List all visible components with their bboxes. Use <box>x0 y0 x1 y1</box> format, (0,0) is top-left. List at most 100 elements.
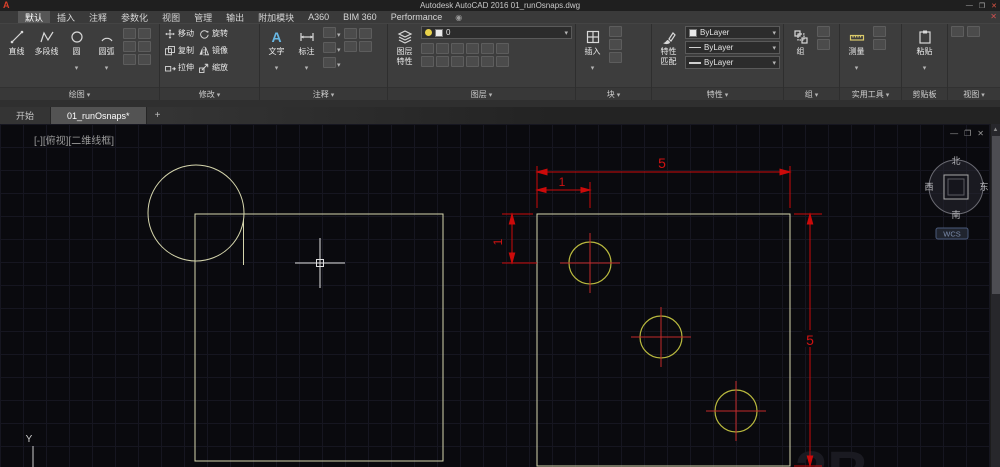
ribbon-tab-parametric[interactable]: 参数化 <box>114 11 155 23</box>
layer-tool-icon[interactable] <box>436 56 449 67</box>
viewport-controls-label[interactable]: [-][俯视][二维线框] <box>34 132 114 147</box>
chevron-down-icon <box>886 90 890 99</box>
draw-tool-icon[interactable] <box>123 54 136 65</box>
stretch-tool-button[interactable]: 拉伸 <box>163 60 194 75</box>
ribbon-tab-a360[interactable]: A360 <box>301 11 336 23</box>
layer-tool-icon[interactable] <box>436 43 449 54</box>
hatch-tool-icon[interactable] <box>123 41 136 52</box>
panel-footer-view[interactable]: 视图 <box>948 87 1000 100</box>
panel-footer-properties[interactable]: 特性 <box>652 87 783 100</box>
layer-tool-icon[interactable] <box>451 56 464 67</box>
ribbon-options-icon[interactable]: ◉ <box>449 11 468 23</box>
block-tool-icon[interactable] <box>609 52 622 63</box>
panel-footer-layers[interactable]: 图层 <box>388 87 575 100</box>
maximize-button[interactable]: ❐ <box>979 2 985 10</box>
file-tab-start[interactable]: 开始 <box>0 107 51 124</box>
utility-tool-icon[interactable] <box>873 39 886 50</box>
viewport-restore-icon[interactable]: ❐ <box>964 129 971 138</box>
rectangle-tool-icon[interactable] <box>123 28 136 39</box>
paste-button[interactable]: 粘贴 <box>911 26 938 75</box>
arc-tool-button[interactable]: 圆弧 <box>93 26 120 75</box>
drawing-canvas[interactable]: 2B <box>0 124 1000 467</box>
annotate-tool-icon[interactable] <box>344 28 357 39</box>
layer-tool-icon[interactable] <box>496 43 509 54</box>
rotate-tool-button[interactable]: 旋转 <box>197 26 228 41</box>
linetype-select[interactable]: ByLayer <box>685 41 780 54</box>
chevron-down-icon <box>981 90 985 99</box>
utility-tool-icon[interactable] <box>873 26 886 37</box>
lineweight-select[interactable]: ByLayer <box>685 56 780 69</box>
panel-footer-modify[interactable]: 修改 <box>160 87 259 100</box>
annotate-tool-icon[interactable] <box>359 41 372 52</box>
layer-tool-icon[interactable] <box>496 56 509 67</box>
layer-tool-icon[interactable] <box>451 43 464 54</box>
object-color-select[interactable]: ByLayer <box>685 26 780 39</box>
text-tool-button[interactable]: A 文字 <box>263 26 290 75</box>
polyline-tool-button[interactable]: 多段线 <box>33 26 60 56</box>
block-tool-icon[interactable] <box>609 39 622 50</box>
vertical-scrollbar[interactable]: ▲ <box>990 124 1000 467</box>
minimize-button[interactable]: — <box>966 2 973 9</box>
measure-button[interactable]: 测量 <box>843 26 870 75</box>
draw-tool-icon[interactable] <box>138 41 151 52</box>
mirror-icon <box>197 44 210 57</box>
ribbon-tab-view[interactable]: 视图 <box>155 11 187 23</box>
file-tab-drawing[interactable]: 01_runOsnaps* <box>51 107 147 124</box>
dimension-tool-button[interactable]: 标注 <box>293 26 320 75</box>
annotate-tool-icon[interactable] <box>359 28 372 39</box>
ribbon-tab-performance[interactable]: Performance <box>384 11 450 23</box>
panel-footer-block[interactable]: 块 <box>576 87 651 100</box>
ribbon-close-icon[interactable]: ✕ <box>990 12 997 21</box>
layer-properties-button[interactable]: 图层 特性 <box>391 26 418 66</box>
dimension-texts: 5 1 1 5 <box>491 155 814 348</box>
ribbon-tab-annotate[interactable]: 注释 <box>82 11 114 23</box>
ribbon-tab-insert[interactable]: 插入 <box>50 11 82 23</box>
scrollbar-thumb[interactable] <box>992 136 1000 294</box>
chevron-down-icon <box>772 28 776 37</box>
view-compass[interactable]: 北 西 东 南 <box>924 156 988 220</box>
viewport-minimize-icon[interactable]: — <box>950 129 958 138</box>
leader-tool-icon[interactable] <box>323 27 336 38</box>
close-button[interactable]: ✕ <box>991 2 997 10</box>
ribbon-tab-output[interactable]: 输出 <box>219 11 251 23</box>
ellipse-tool-icon[interactable] <box>138 28 151 39</box>
panel-footer-draw[interactable]: 绘图 <box>0 87 159 100</box>
panel-footer-utilities[interactable]: 实用工具 <box>840 87 901 100</box>
scroll-up-icon[interactable]: ▲ <box>991 124 1000 135</box>
layer-select[interactable]: 0 <box>421 26 572 39</box>
annotate-tool-icon[interactable] <box>344 41 357 52</box>
group-button[interactable]: 组 <box>787 26 814 56</box>
table-tool-icon[interactable] <box>323 42 336 53</box>
layer-tool-icon[interactable] <box>481 56 494 67</box>
group-tool-icon[interactable] <box>817 39 830 50</box>
annotate-tool-icon[interactable] <box>323 57 336 68</box>
layer-tool-icon[interactable] <box>466 43 479 54</box>
panel-footer-group[interactable]: 组 <box>784 87 839 100</box>
mirror-tool-button[interactable]: 镜像 <box>197 43 228 58</box>
block-tool-icon[interactable] <box>609 26 622 37</box>
new-drawing-tab-button[interactable]: + <box>147 107 169 124</box>
wcs-badge[interactable]: WCS <box>936 228 968 239</box>
layer-tool-icon[interactable] <box>466 56 479 67</box>
group-tool-icon[interactable] <box>817 26 830 37</box>
panel-footer-annotate[interactable]: 注释 <box>260 87 387 100</box>
copy-tool-button[interactable]: 复制 <box>163 43 194 58</box>
ribbon-tab-default[interactable]: 默认 <box>18 11 50 23</box>
line-tool-button[interactable]: 直线 <box>3 26 30 56</box>
layer-tool-icon[interactable] <box>421 43 434 54</box>
scale-tool-button[interactable]: 缩放 <box>197 60 228 75</box>
view-tool-icon[interactable] <box>951 26 964 37</box>
viewport-close-icon[interactable]: ✕ <box>977 129 984 138</box>
ribbon-tab-bim360[interactable]: BIM 360 <box>336 11 384 23</box>
match-properties-button[interactable]: 特性 匹配 <box>655 26 682 66</box>
draw-tool-icon[interactable] <box>138 54 151 65</box>
layer-tool-icon[interactable] <box>481 43 494 54</box>
move-tool-button[interactable]: 移动 <box>163 26 194 41</box>
ribbon-tab-addins[interactable]: 附加模块 <box>251 11 301 23</box>
insert-block-button[interactable]: 插入 <box>579 26 606 75</box>
circle-tool-button[interactable]: 圆 <box>63 26 90 75</box>
autocad-logo-icon[interactable]: A <box>3 1 10 10</box>
layer-tool-icon[interactable] <box>421 56 434 67</box>
ribbon-tab-manage[interactable]: 管理 <box>187 11 219 23</box>
view-tool-icon[interactable] <box>967 26 980 37</box>
